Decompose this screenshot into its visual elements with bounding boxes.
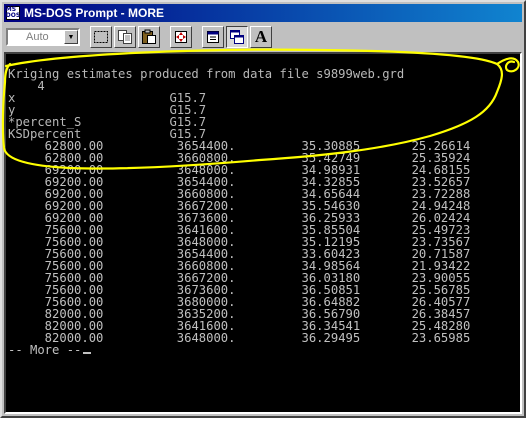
msdos-window: MS DOS MS-DOS Prompt - MORE Auto ▼ A Kri… [0, 0, 526, 418]
copy-icon [118, 30, 132, 44]
title-bar[interactable]: MS DOS MS-DOS Prompt - MORE [4, 4, 522, 22]
table-cell: 3648000. [103, 331, 236, 345]
table-cell: 23.65985 [360, 331, 471, 345]
text-cursor [83, 352, 92, 354]
properties-icon [207, 31, 219, 43]
background-icon [230, 30, 244, 44]
fullscreen-icon [175, 31, 187, 43]
fullscreen-button[interactable] [170, 26, 192, 48]
msdos-app-icon[interactable]: MS DOS [6, 6, 20, 20]
paste-icon [142, 29, 156, 44]
font-size-select[interactable]: Auto ▼ [6, 28, 80, 46]
chevron-down-icon[interactable]: ▼ [64, 30, 78, 44]
copy-button[interactable] [114, 26, 136, 48]
font-icon: A [254, 27, 268, 46]
console-header-line: Kriging estimates produced from data fil… [8, 67, 405, 81]
table-cell: 36.29495 [235, 331, 361, 345]
font-button[interactable]: A [250, 26, 272, 48]
mark-button[interactable] [90, 26, 112, 48]
font-size-value: Auto [26, 31, 49, 43]
toolbar: Auto ▼ A [4, 24, 522, 50]
background-button[interactable] [226, 26, 248, 48]
mark-icon [94, 31, 108, 43]
paste-button[interactable] [138, 26, 160, 48]
more-prompt: -- More -- [8, 344, 92, 356]
properties-button[interactable] [202, 26, 224, 48]
console-output[interactable]: Kriging estimates produced from data fil… [4, 52, 522, 414]
window-title: MS-DOS Prompt - MORE [24, 6, 164, 20]
